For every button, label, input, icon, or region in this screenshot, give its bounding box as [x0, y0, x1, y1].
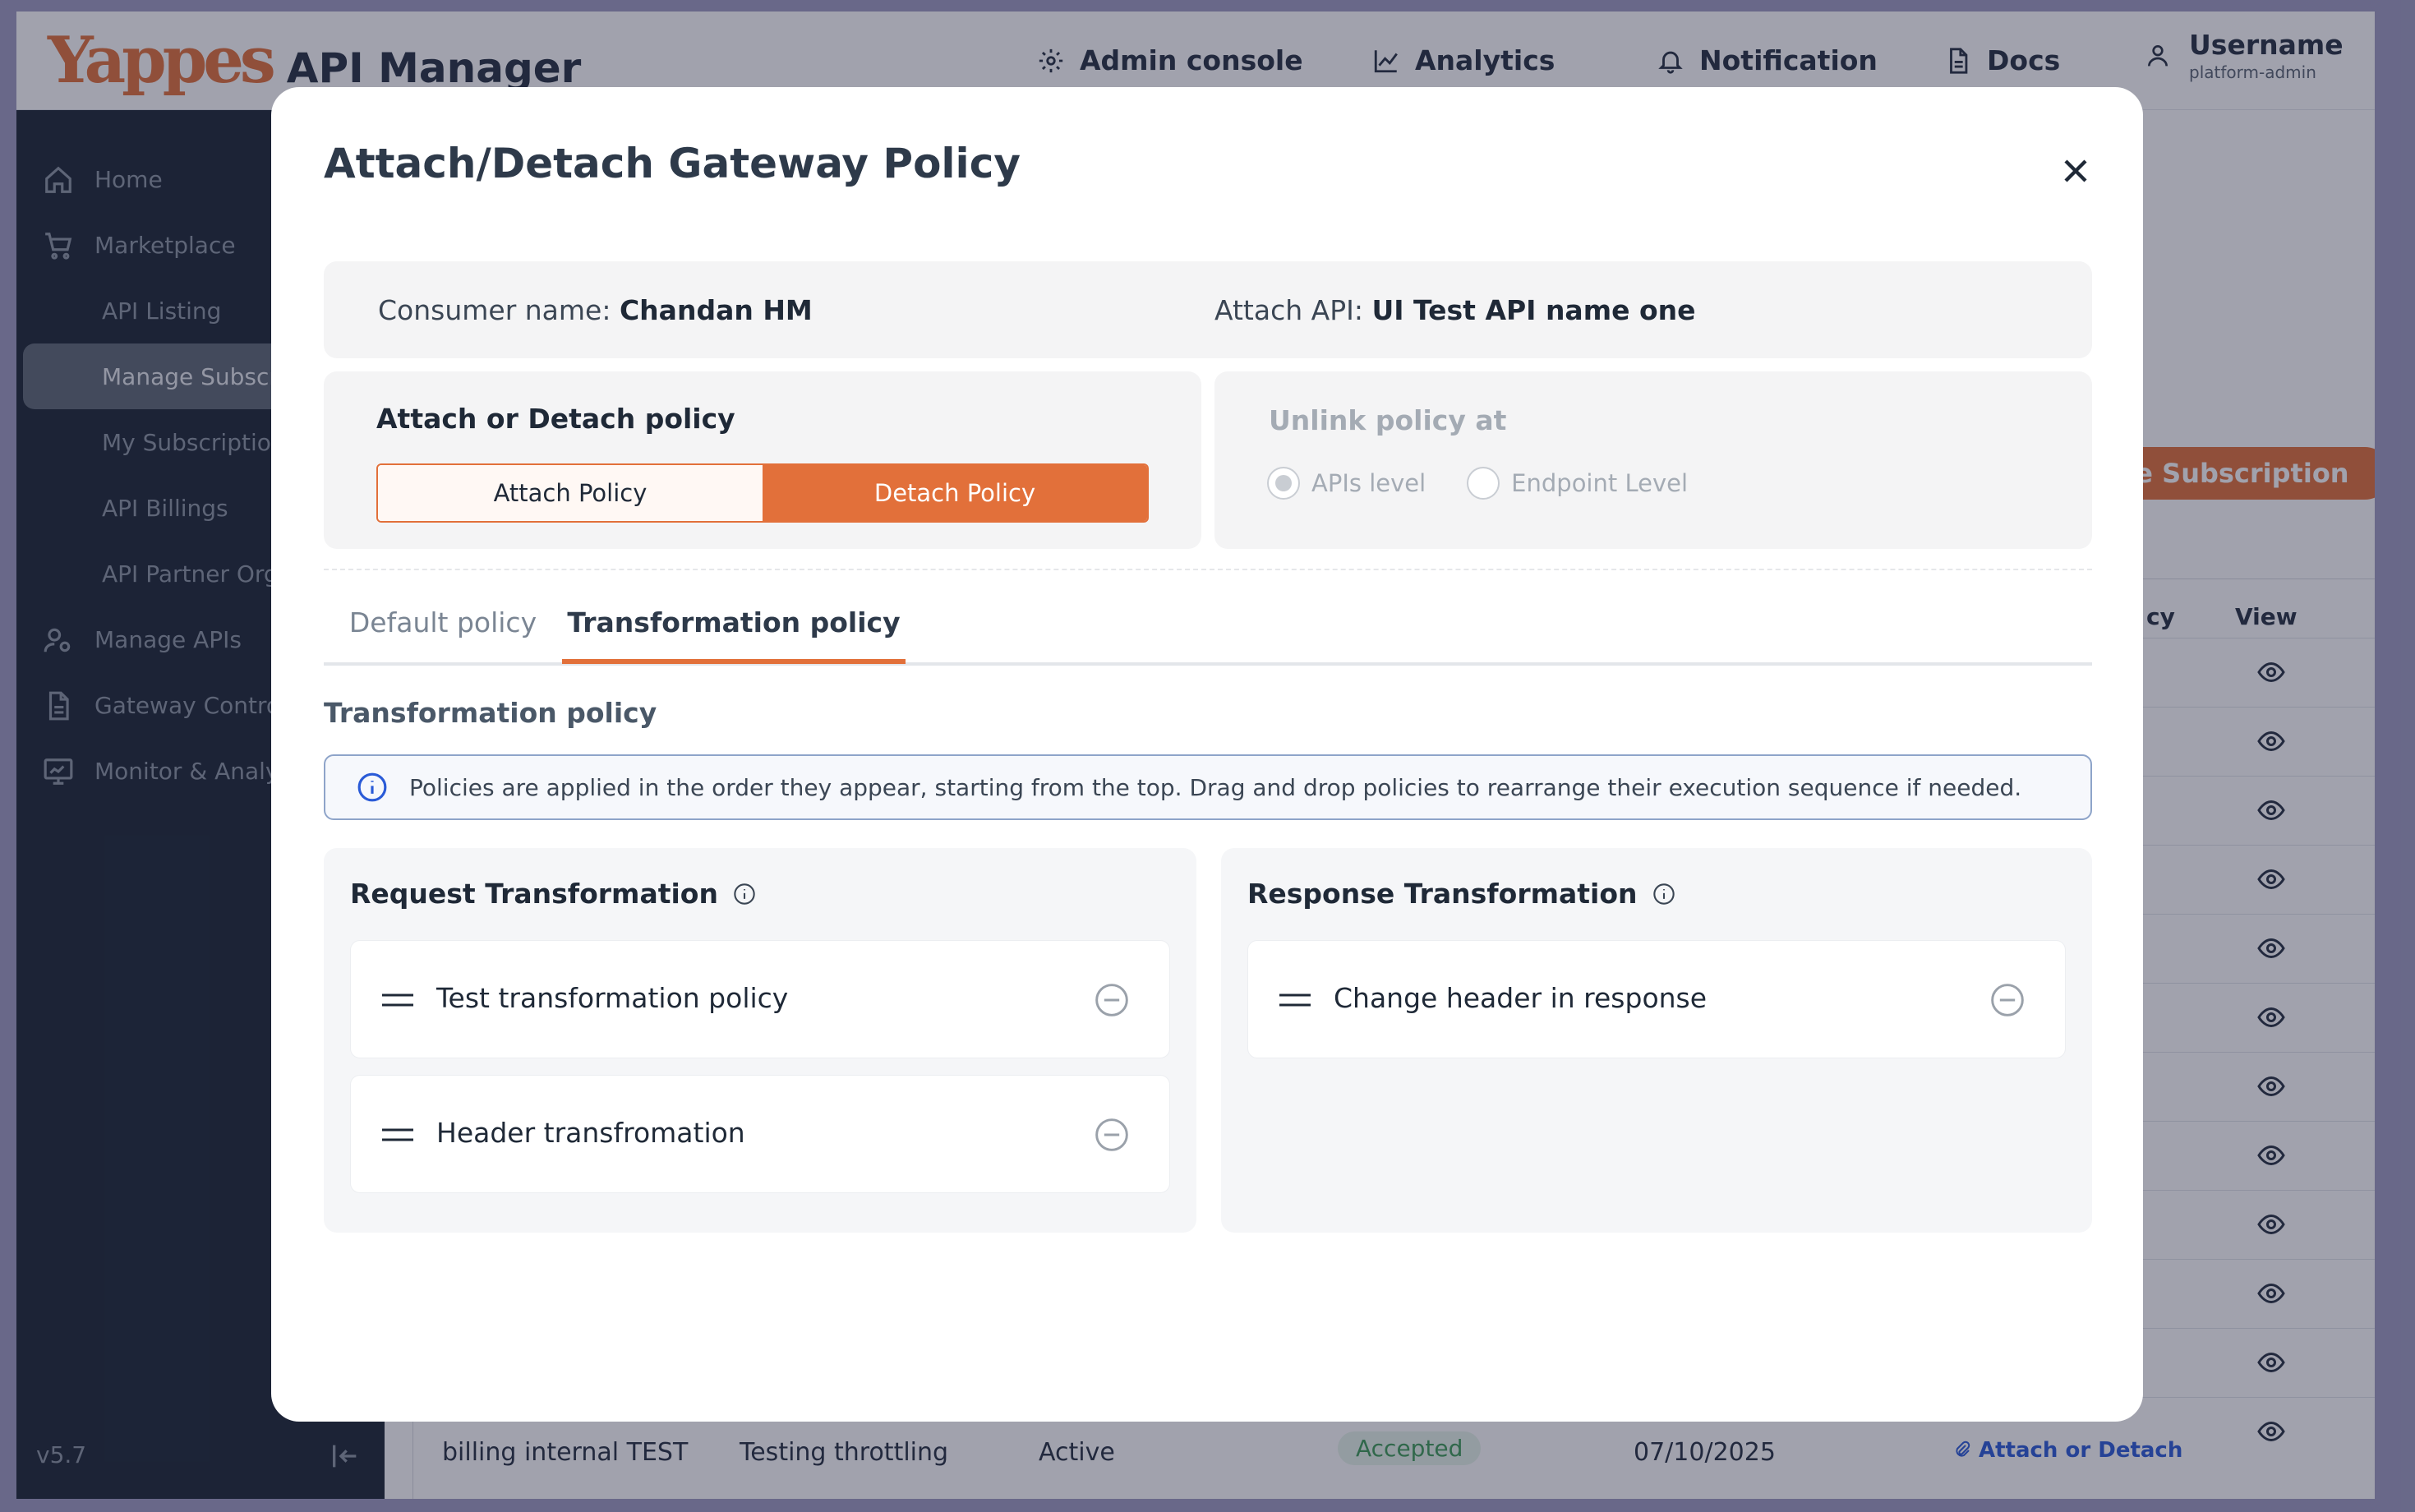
- drag-handle-icon[interactable]: [380, 989, 415, 1012]
- policy-item[interactable]: Test transformation policy: [350, 940, 1170, 1058]
- unlink-heading: Unlink policy at: [1269, 404, 1507, 436]
- endpoint-level-label: Endpoint Level: [1511, 469, 1689, 497]
- consumer-info: Consumer name: Chandan HM: [378, 294, 813, 326]
- attach-detach-toggle: Attach Policy Detach Policy: [376, 463, 1149, 523]
- attach-detach-heading: Attach or Detach policy: [376, 403, 735, 435]
- dialog-title: Attach/Detach Gateway Policy: [324, 140, 1021, 187]
- response-transformation-title: Response Transformation: [1247, 878, 1638, 910]
- close-icon[interactable]: [2056, 151, 2095, 191]
- info-icon[interactable]: [733, 883, 756, 906]
- policy-item[interactable]: Header transfromation: [350, 1075, 1170, 1193]
- policy-name: Change header in response: [1334, 982, 1708, 1014]
- api-name: UI Test API name one: [1371, 294, 1696, 326]
- drag-handle-icon[interactable]: [380, 1123, 415, 1146]
- unlink-level-radios: APIs level Endpoint Level: [1267, 467, 1688, 500]
- tab-transformation-policy[interactable]: Transformation policy: [562, 606, 906, 666]
- response-transformation-header: Response Transformation: [1247, 878, 1675, 910]
- section-title: Transformation policy: [324, 697, 657, 729]
- order-notice: Policies are applied in the order they a…: [324, 754, 2092, 820]
- attach-policy-option[interactable]: Attach Policy: [378, 465, 763, 521]
- tab-default-policy[interactable]: Default policy: [324, 606, 562, 666]
- apis-level-radio[interactable]: [1267, 467, 1300, 500]
- divider: [324, 569, 2092, 570]
- notice-text: Policies are applied in the order they a…: [409, 773, 2022, 801]
- remove-circle-icon[interactable]: [1094, 982, 1130, 1018]
- gateway-policy-dialog: Attach/Detach Gateway Policy Consumer na…: [271, 87, 2143, 1422]
- info-icon[interactable]: [1652, 883, 1675, 906]
- detach-policy-option[interactable]: Detach Policy: [763, 465, 1147, 521]
- api-info: Attach API: UI Test API name one: [1214, 294, 1696, 326]
- unlink-level-card: Unlink policy at APIs level Endpoint Lev…: [1214, 371, 2092, 549]
- subscription-info: Consumer name: Chandan HM Attach API: UI…: [324, 261, 2092, 358]
- response-transformation-panel: Response Transformation Change header in…: [1221, 848, 2092, 1233]
- apis-level-label: APIs level: [1311, 469, 1426, 497]
- policy-name: Header transfromation: [436, 1117, 745, 1149]
- policy-name: Test transformation policy: [436, 982, 789, 1014]
- consumer-label: Consumer name:: [378, 294, 611, 326]
- request-transformation-panel: Request Transformation Test transformati…: [324, 848, 1196, 1233]
- attach-detach-card: Attach or Detach policy Attach Policy De…: [324, 371, 1201, 549]
- active-tab-indicator: [562, 659, 906, 664]
- remove-circle-icon[interactable]: [1989, 982, 2026, 1018]
- drag-handle-icon[interactable]: [1278, 989, 1312, 1012]
- remove-circle-icon[interactable]: [1094, 1117, 1130, 1153]
- api-label: Attach API:: [1214, 294, 1363, 326]
- info-icon: [357, 772, 387, 802]
- request-transformation-header: Request Transformation: [350, 878, 756, 910]
- policy-item[interactable]: Change header in response: [1247, 940, 2066, 1058]
- endpoint-level-radio[interactable]: [1467, 467, 1500, 500]
- radio-dot: [1275, 475, 1292, 491]
- request-transformation-title: Request Transformation: [350, 878, 718, 910]
- consumer-name: Chandan HM: [619, 294, 813, 326]
